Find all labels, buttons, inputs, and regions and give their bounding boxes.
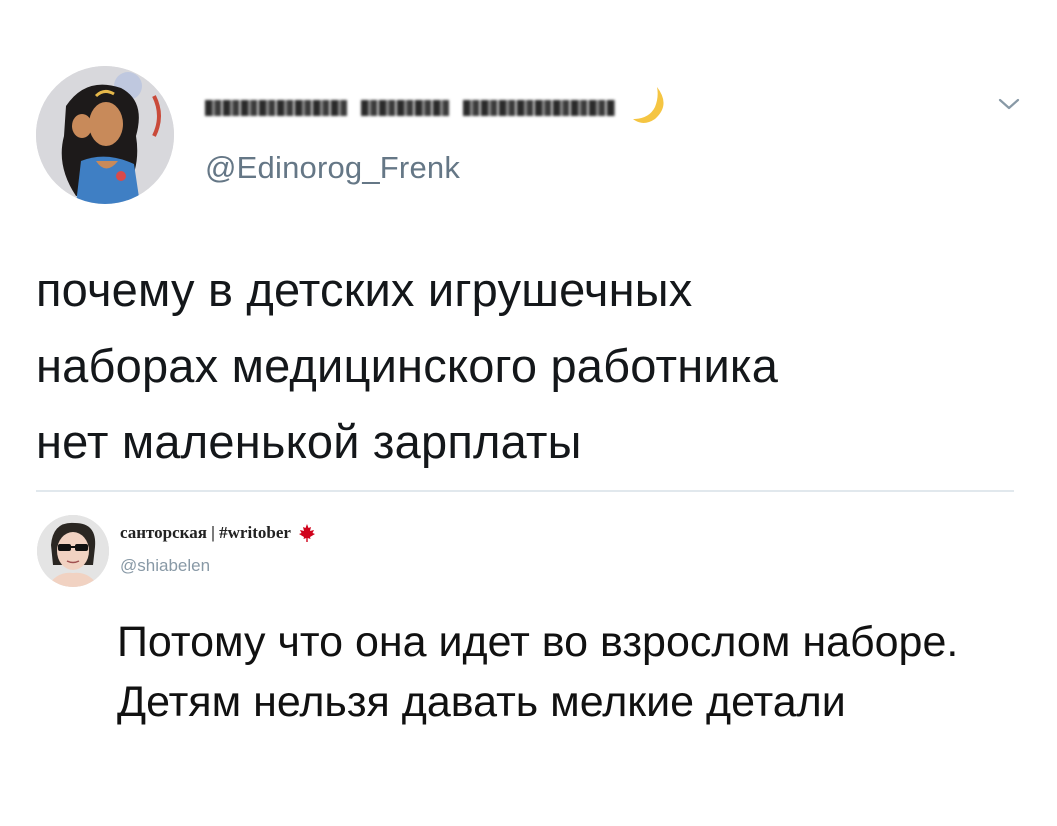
reply-avatar[interactable]: [37, 515, 109, 587]
tweet-text-line: нет маленькой зарплаты: [36, 415, 582, 468]
divider: [36, 490, 1014, 492]
tweet-text-line: наборах медицинского работника: [36, 339, 779, 392]
woman-portrait-avatar-icon: [36, 66, 174, 204]
blurred-name: [205, 100, 615, 116]
reply-text-line: Детям нельзя давать мелкие детали: [117, 678, 846, 726]
person-sunglasses-avatar-icon: [37, 515, 109, 587]
crescent-moon-icon: [633, 87, 664, 123]
reply-handle[interactable]: @shiabelen: [120, 556, 210, 576]
main-tweet-handle[interactable]: @Edinorog_Frenk: [205, 150, 460, 186]
main-tweet-display-name[interactable]: [205, 87, 669, 128]
main-tweet-text: почему в детских игрушечных наборах меди…: [36, 252, 1026, 480]
main-tweet: @Edinorog_Frenk почему в детских игрушеч…: [0, 0, 1057, 490]
reply-text: Потому что она идет во взрослом наборе. …: [117, 612, 1047, 732]
main-tweet-avatar[interactable]: [36, 66, 174, 204]
reply-display-name[interactable]: санторская | #writober: [120, 523, 317, 543]
reply-text-line: Потому что она идет во взрослом наборе.: [117, 618, 959, 666]
reply-display-name-text: санторская | #writober: [120, 523, 291, 542]
tweet-text-line: почему в детских игрушечных: [36, 263, 693, 316]
maple-leaf-icon: [298, 524, 315, 542]
chevron-down-icon[interactable]: [997, 96, 1021, 112]
